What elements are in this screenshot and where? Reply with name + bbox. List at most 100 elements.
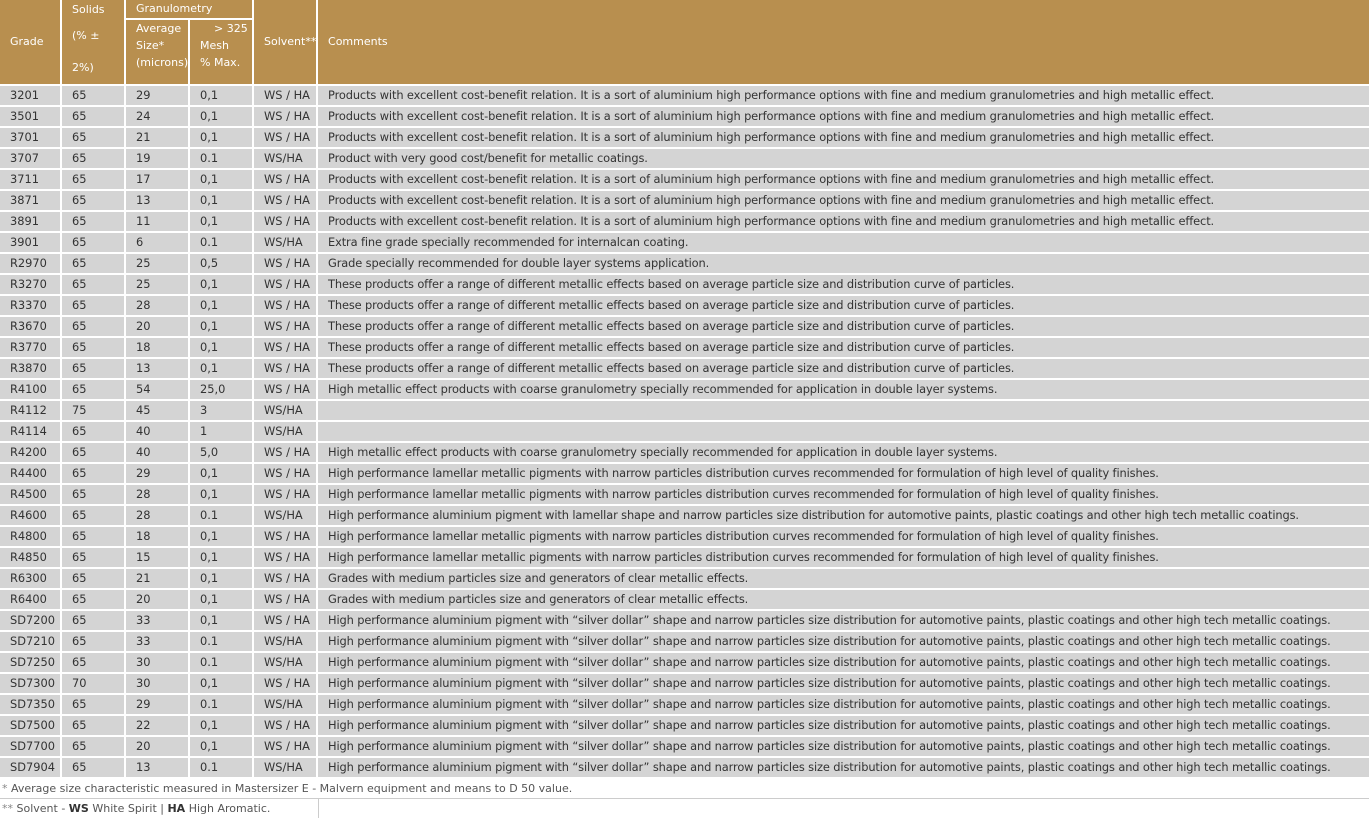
header-solids: Solids (% ± 2%) [62, 0, 126, 86]
table-header: Grade Solids (% ± 2%) Granulometry Solve… [0, 0, 1370, 86]
cell-mesh: 0,1 [190, 674, 255, 695]
cell-solids: 65 [62, 632, 126, 653]
table-row: SD7500 65 22 0,1 WS / HA High performance alu… [0, 716, 1370, 737]
header-comments: Comments [318, 0, 1370, 86]
table-footnotes: * Average size characteristic measured i… [0, 779, 1370, 818]
cell-average-size: 29 [126, 86, 190, 107]
cell-solvent: WS / HA [254, 590, 319, 611]
cell-grade: R4600 [0, 506, 62, 527]
cell-solvent: WS / HA [254, 212, 319, 233]
table-row: R3670 65 20 0,1 WS / HA These products offer … [0, 317, 1370, 338]
cell-mesh: 0,1 [190, 527, 255, 548]
cell-comment: High performance lamellar metallic pigme… [318, 527, 1370, 548]
header-solids-title: Solids [72, 3, 105, 16]
cell-mesh: 25,0 [190, 380, 255, 401]
cell-comment: Products with excellent cost-benefit rel… [318, 212, 1370, 233]
footnote-blank-cell [318, 799, 1370, 818]
table-row: R4600 65 28 0.1 WS/HA High performance alumin… [0, 506, 1370, 527]
cell-solids: 65 [62, 170, 126, 191]
cell-comment: High performance lamellar metallic pigme… [318, 485, 1370, 506]
cell-solids: 65 [62, 254, 126, 275]
cell-average-size: 21 [126, 128, 190, 149]
footnote-ha-text: High Aromatic. [188, 802, 271, 815]
cell-average-size: 13 [126, 758, 190, 779]
cell-solids: 65 [62, 212, 126, 233]
cell-mesh: 0,1 [190, 275, 255, 296]
cell-solvent: WS / HA [254, 485, 319, 506]
cell-comment [318, 422, 1370, 443]
cell-mesh: 3 [190, 401, 255, 422]
cell-comment: High performance aluminium pigment with … [318, 653, 1370, 674]
cell-mesh: 0,1 [190, 611, 255, 632]
table-row: R4500 65 28 0,1 WS / HA High performance lame… [0, 485, 1370, 506]
cell-solvent: WS / HA [254, 737, 319, 758]
cell-mesh: 0.1 [190, 758, 255, 779]
cell-solvent: WS / HA [254, 548, 319, 569]
cell-average-size: 40 [126, 422, 190, 443]
table-row: SD7904 65 13 0.1 WS/HA High performance alumi… [0, 758, 1370, 779]
footnote-star: * [2, 782, 8, 795]
cell-average-size: 15 [126, 548, 190, 569]
table-row: R3270 65 25 0,1 WS / HA These products offer … [0, 275, 1370, 296]
table-row: R6300 65 21 0,1 WS / HA Grades with medium pa… [0, 569, 1370, 590]
footnote-average-size: * Average size characteristic measured i… [0, 779, 1370, 799]
cell-comment: Grade specially recommended for double l… [318, 254, 1370, 275]
cell-grade: SD7500 [0, 716, 62, 737]
cell-comment: High performance aluminium pigment with … [318, 632, 1370, 653]
cell-mesh: 0,1 [190, 317, 255, 338]
table-row: 3707 65 19 0.1 WS/HA Product with very good c… [0, 149, 1370, 170]
cell-mesh: 0,1 [190, 716, 255, 737]
cell-grade: R4850 [0, 548, 62, 569]
cell-grade: SD7200 [0, 611, 62, 632]
cell-comment: These products offer a range of differen… [318, 317, 1370, 338]
cell-solids: 65 [62, 128, 126, 149]
cell-comment: These products offer a range of differen… [318, 296, 1370, 317]
table-row: SD7210 65 33 0.1 WS/HA High performance alumi… [0, 632, 1370, 653]
header-average-size-line-1: Average [136, 22, 182, 35]
cell-grade: R4800 [0, 527, 62, 548]
table-row: R4400 65 29 0,1 WS / HA High performance lame… [0, 464, 1370, 485]
cell-grade: SD7350 [0, 695, 62, 716]
cell-grade: 3891 [0, 212, 62, 233]
cell-solvent: WS/HA [254, 758, 319, 779]
table-row: R4200 65 40 5,0 WS / HA High metallic effect … [0, 443, 1370, 464]
cell-mesh: 0,1 [190, 296, 255, 317]
cell-average-size: 28 [126, 296, 190, 317]
footnote-solvent-prefix: Solvent - [16, 802, 66, 815]
table-row: R3870 65 13 0,1 WS / HA These products offer … [0, 359, 1370, 380]
cell-average-size: 19 [126, 149, 190, 170]
cell-comment: Products with excellent cost-benefit rel… [318, 107, 1370, 128]
cell-mesh: 0,5 [190, 254, 255, 275]
cell-average-size: 22 [126, 716, 190, 737]
cell-solids: 65 [62, 653, 126, 674]
cell-solvent: WS/HA [254, 695, 319, 716]
cell-grade: 3901 [0, 233, 62, 254]
header-average-size-line-3: (microns) [136, 56, 189, 69]
cell-solvent: WS/HA [254, 233, 319, 254]
cell-solvent: WS / HA [254, 170, 319, 191]
cell-solvent: WS / HA [254, 464, 319, 485]
cell-solvent: WS / HA [254, 128, 319, 149]
cell-average-size: 33 [126, 611, 190, 632]
cell-grade: R4200 [0, 443, 62, 464]
cell-solvent: WS / HA [254, 107, 319, 128]
product-grades-table: Grade Solids (% ± 2%) Granulometry Solve… [0, 0, 1370, 818]
cell-comment: High metallic effect products with coars… [318, 380, 1370, 401]
cell-average-size: 21 [126, 569, 190, 590]
cell-comment: Grades with medium particles size and ge… [318, 590, 1370, 611]
cell-solids: 65 [62, 590, 126, 611]
cell-mesh: 0,1 [190, 170, 255, 191]
cell-grade: R4100 [0, 380, 62, 401]
cell-solvent: WS/HA [254, 506, 319, 527]
cell-comment: Products with excellent cost-benefit rel… [318, 170, 1370, 191]
cell-grade: SD7300 [0, 674, 62, 695]
cell-solids: 65 [62, 107, 126, 128]
cell-mesh: 0.1 [190, 695, 255, 716]
cell-mesh: 0,1 [190, 212, 255, 233]
cell-average-size: 54 [126, 380, 190, 401]
cell-solvent: WS / HA [254, 380, 319, 401]
cell-mesh: 0,1 [190, 485, 255, 506]
header-mesh-line-1: > 325 [214, 22, 248, 35]
cell-grade: R4112 [0, 401, 62, 422]
cell-mesh: 1 [190, 422, 255, 443]
